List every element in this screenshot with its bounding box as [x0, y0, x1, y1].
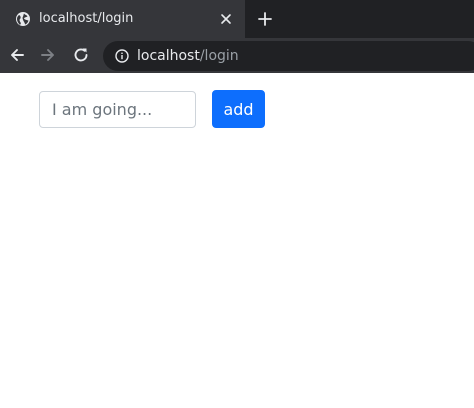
tab-strip: localhost/login: [0, 0, 474, 38]
url-path: /login: [199, 48, 239, 64]
tab-title: localhost/login: [39, 11, 134, 26]
add-button[interactable]: add: [212, 90, 265, 128]
plus-icon[interactable]: [257, 11, 273, 27]
globe-icon: [16, 12, 30, 26]
todo-input[interactable]: [39, 91, 196, 128]
info-icon[interactable]: [115, 49, 129, 63]
url-host: localhost: [137, 48, 200, 64]
browser-tab[interactable]: localhost/login: [0, 0, 245, 38]
page-content: add: [0, 73, 474, 408]
browser-toolbar: localhost/login: [0, 38, 474, 73]
reload-icon[interactable]: [72, 46, 90, 64]
url-text: localhost/login: [137, 48, 239, 64]
address-bar[interactable]: localhost/login: [103, 41, 474, 71]
arrow-left-icon[interactable]: [8, 46, 26, 64]
arrow-right-icon[interactable]: [39, 46, 57, 64]
close-icon[interactable]: [219, 12, 233, 26]
